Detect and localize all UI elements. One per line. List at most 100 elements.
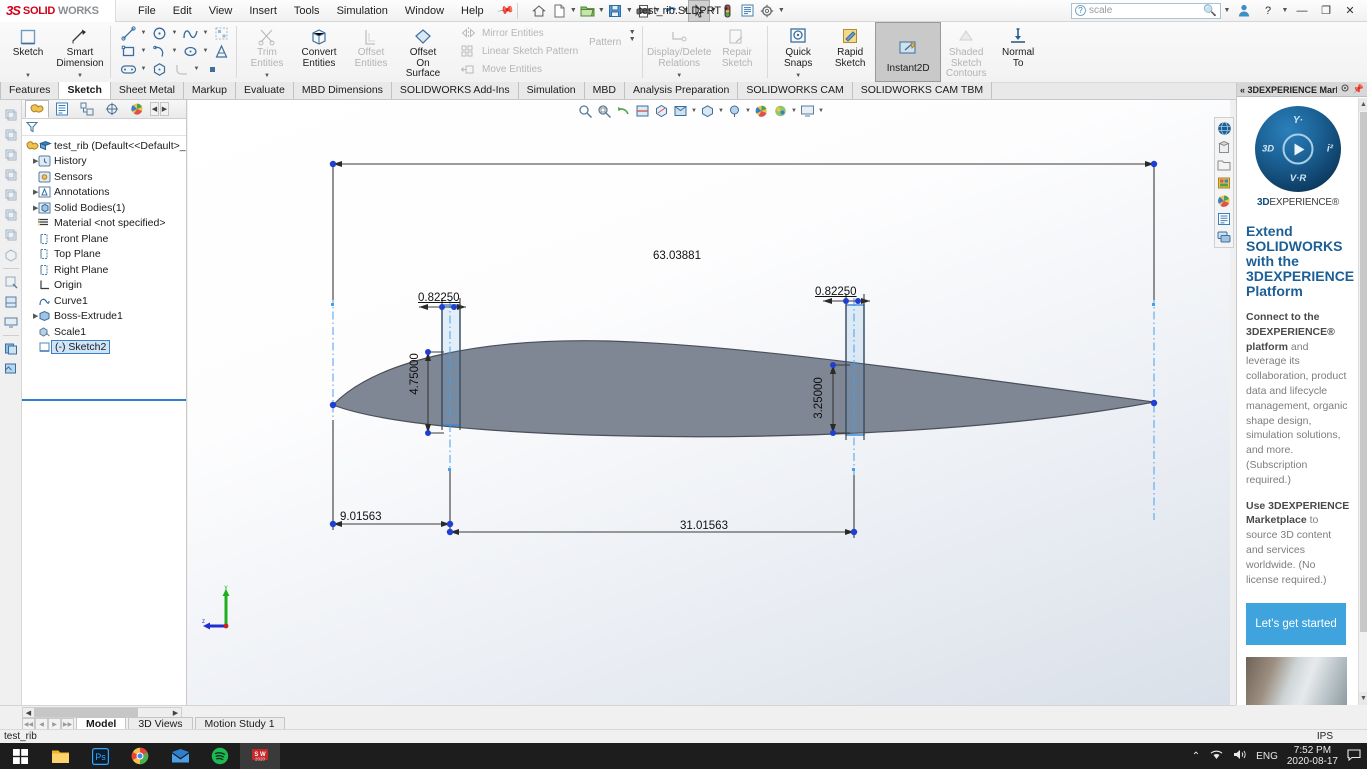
scene-rail-icon[interactable] — [2, 360, 20, 378]
home-icon[interactable] — [529, 1, 549, 21]
tree-item-sensors[interactable]: Sensors — [22, 169, 186, 185]
circle-dropdown[interactable]: ▼ — [170, 30, 179, 36]
dimension-right-rib-thickness[interactable]: 0.82250 — [815, 286, 857, 298]
spline-dropdown[interactable]: ▼ — [201, 30, 210, 36]
smart-dimension-button[interactable]: Smart Dimension ▼ — [54, 23, 106, 81]
settings-gear-icon[interactable] — [757, 1, 777, 21]
file-explorer-taskbar-icon[interactable] — [40, 743, 80, 769]
feature-manager-tab-icon[interactable] — [25, 100, 49, 118]
shaded-sketch-contours-button[interactable]: Shaded Sketch Contours — [940, 23, 992, 81]
display-delete-relations-button[interactable]: Display/Delete Relations ▼ — [647, 23, 711, 81]
tab-solidworks-cam-tbm[interactable]: SOLIDWORKS CAM TBM — [852, 82, 993, 99]
file-explorer-icon[interactable] — [1216, 156, 1233, 173]
trim-entities-button[interactable]: Trim Entities ▼ — [241, 23, 293, 81]
move-entities-row[interactable]: Move Entities — [455, 60, 578, 78]
quick-snaps-dropdown[interactable]: ▼ — [795, 73, 801, 79]
menu-simulation[interactable]: Simulation — [329, 2, 396, 20]
scroll-thumb[interactable] — [1360, 112, 1367, 632]
dimension-left-rib-height[interactable]: 4.75000 — [409, 353, 421, 395]
search-icon[interactable]: 🔍 — [1203, 4, 1217, 17]
view-right-rail-icon[interactable] — [2, 146, 20, 164]
tree-item-part[interactable]: test_rib (Default<<Default>_Displ — [22, 138, 186, 154]
configuration-manager-tab-icon[interactable] — [75, 100, 99, 118]
taskbar-clock[interactable]: 7:52 PM 2020-08-17 — [1287, 745, 1338, 767]
tree-item-scale1[interactable]: Scale1 — [22, 324, 186, 340]
language-indicator[interactable]: ENG — [1256, 751, 1278, 762]
arc-dropdown[interactable]: ▼ — [170, 48, 179, 54]
user-account-icon[interactable] — [1233, 1, 1255, 21]
menu-help[interactable]: Help — [453, 2, 492, 20]
tree-item-right-plane[interactable]: Right Plane — [22, 262, 186, 278]
tab-features[interactable]: Features — [0, 82, 60, 99]
smart-dimension-dropdown[interactable]: ▼ — [77, 73, 83, 79]
menu-tools[interactable]: Tools — [286, 2, 328, 20]
tray-chevron-icon[interactable]: ⌃ — [1192, 751, 1200, 762]
spline-icon[interactable] — [179, 24, 201, 42]
circle-icon[interactable] — [148, 24, 170, 42]
new-document-icon[interactable] — [549, 1, 569, 21]
tree-item-solid-bodies[interactable]: ▶ Solid Bodies(1) — [22, 200, 186, 216]
tab-simulation[interactable]: Simulation — [518, 82, 585, 99]
custom-properties-icon[interactable] — [1216, 210, 1233, 227]
tree-item-annotations[interactable]: ▶ Annotations — [22, 185, 186, 201]
dimension-left-offset[interactable]: 9.01563 — [340, 511, 382, 523]
tab-solidworks-cam[interactable]: SOLIDWORKS CAM — [738, 82, 853, 99]
start-button[interactable] — [0, 743, 40, 769]
tab-mbd-dimensions[interactable]: MBD Dimensions — [293, 82, 392, 99]
close-button[interactable]: ✕ — [1339, 1, 1361, 21]
scroll-left-arrow[interactable]: ◀ — [23, 708, 34, 717]
linear-sketch-pattern-row[interactable]: Linear Sketch Pattern — [455, 42, 578, 60]
instant2d-button[interactable]: Instant2D — [875, 22, 942, 82]
gear-icon[interactable] — [1340, 83, 1350, 96]
dimension-right-rib-height[interactable]: 3.25000 — [813, 377, 825, 419]
view-isometric-rail-icon[interactable] — [2, 166, 20, 184]
new-document-dropdown[interactable]: ▼ — [569, 7, 577, 14]
rectangle-icon[interactable] — [117, 42, 139, 60]
appearances-scenes-icon[interactable] — [1216, 192, 1233, 209]
lets-get-started-button[interactable]: Let's get started — [1246, 603, 1346, 646]
ellipse-icon[interactable] — [179, 42, 201, 60]
pin-icon[interactable]: 📌 — [1353, 84, 1364, 95]
tree-item-top-plane[interactable]: Top Plane — [22, 247, 186, 263]
graphics-viewport[interactable]: ▼ ▼ ▼ ▼ ▼ ⎋ ⎌ — ❐ ✕ — [188, 100, 1230, 705]
tree-filter-row[interactable] — [22, 119, 186, 136]
tab-sheet-metal[interactable]: Sheet Metal — [110, 82, 184, 99]
slot-dropdown[interactable]: ▼ — [139, 66, 148, 72]
chrome-taskbar-icon[interactable] — [120, 743, 160, 769]
options-list-icon[interactable] — [737, 1, 757, 21]
task-pane-scrollbar[interactable]: ▲ ▼ — [1358, 98, 1367, 705]
dimension-overall-chord[interactable]: 63.03881 — [653, 250, 701, 262]
slot-icon[interactable] — [117, 60, 139, 78]
zoom-rail-icon[interactable] — [2, 273, 20, 291]
sketch-button[interactable]: Sketch ▼ — [2, 23, 54, 81]
dimension-left-rib-thickness[interactable]: 0.82250 — [418, 292, 460, 304]
menu-edit[interactable]: Edit — [165, 2, 200, 20]
arc-icon[interactable] — [148, 42, 170, 60]
offset-on-surface-button[interactable]: Offset On Surface — [397, 23, 449, 81]
appearances-rail-icon[interactable] — [2, 340, 20, 358]
annotations-expander[interactable]: ▶ — [26, 188, 38, 196]
tree-item-front-plane[interactable]: Front Plane — [22, 231, 186, 247]
menu-window[interactable]: Window — [397, 2, 452, 20]
tree-item-sketch2[interactable]: (-) Sketch2 — [22, 340, 186, 356]
fillet-dropdown[interactable]: ▼ — [192, 66, 201, 72]
tree-item-history[interactable]: ▶ History — [22, 154, 186, 170]
hscroll-thumb[interactable] — [34, 708, 138, 717]
scroll-right-arrow[interactable]: ▶ — [170, 708, 181, 717]
view-bottom-rail-icon[interactable] — [2, 206, 20, 224]
pin-icon[interactable]: 📌 — [496, 1, 515, 20]
solid-bodies-expander[interactable]: ▶ — [26, 204, 38, 212]
pattern-button[interactable]: Pattern — [582, 23, 628, 49]
dimxpert-manager-tab-icon[interactable] — [100, 100, 124, 118]
open-folder-icon[interactable] — [577, 1, 597, 21]
convert-entities-button[interactable]: Convert Entities — [293, 23, 345, 81]
line-dropdown[interactable]: ▼ — [139, 30, 148, 36]
menu-view[interactable]: View — [201, 2, 241, 20]
minimize-button[interactable]: — — [1291, 1, 1313, 21]
history-expander[interactable]: ▶ — [26, 157, 38, 165]
pattern-dropdown-top[interactable]: ▼ — [628, 29, 636, 36]
quick-snaps-button[interactable]: Quick Snaps ▼ — [772, 23, 824, 81]
design-library-icon[interactable] — [1216, 138, 1233, 155]
rectangle-dropdown[interactable]: ▼ — [139, 48, 148, 54]
view-palette-icon[interactable] — [1216, 174, 1233, 191]
